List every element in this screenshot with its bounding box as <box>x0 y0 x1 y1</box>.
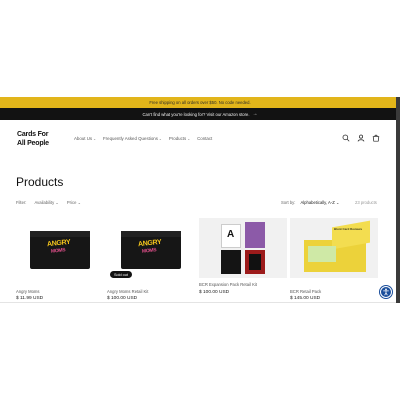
chevron-down-icon: ⌄ <box>77 200 82 205</box>
chevron-down-icon: ⌄ <box>158 137 162 141</box>
chevron-down-icon: ⌄ <box>55 200 59 205</box>
display-label: Blunt Card Reviews <box>334 227 363 231</box>
product-image[interactable]: ANGRY MOMS <box>16 218 104 278</box>
product-count: 23 products <box>355 200 377 205</box>
announcement-bar-shipping: Free shipping on all orders over $50. No… <box>0 97 400 108</box>
sold-out-badge: Sold out <box>110 271 132 278</box>
logo-line-2: All People <box>17 139 49 147</box>
product-image[interactable]: A <box>199 218 287 278</box>
frame-border <box>0 302 400 303</box>
chevron-down-icon: ⌄ <box>335 200 340 205</box>
search-icon[interactable] <box>342 134 350 142</box>
account-icon[interactable] <box>357 134 365 142</box>
product-image[interactable]: ANGRY MOMS <box>107 218 195 278</box>
card-deck-red <box>245 250 265 274</box>
product-title[interactable]: BCR Expansion Pack Retail Kit <box>199 282 257 287</box>
card-deck-purple <box>245 222 265 248</box>
scrollbar[interactable] <box>396 97 400 303</box>
chevron-down-icon: ⌄ <box>187 137 191 141</box>
display-card-front <box>308 246 336 262</box>
filter-price[interactable]: Price ⌄ <box>67 200 81 205</box>
accessibility-button[interactable] <box>380 286 392 298</box>
card-deck-letter: A <box>227 229 235 240</box>
product-price: $ 100.00 USD <box>107 296 138 301</box>
nav-contact[interactable]: Contact <box>197 136 212 141</box>
nav-about-us[interactable]: About Us⌄ <box>74 136 96 141</box>
page-title: Products <box>16 175 64 189</box>
sort-bar: Sort by: Alphabetically, A-Z ⌄ <box>281 200 340 205</box>
card-deck-black <box>221 250 241 274</box>
announcement-link-text[interactable]: Can't find what you're looking for? Visi… <box>143 112 250 117</box>
product-image[interactable]: Blunt Card Reviews <box>290 218 378 278</box>
game-box-lid <box>121 231 181 237</box>
product-title[interactable]: Angry Moms <box>16 289 40 294</box>
announcement-text: Free shipping on all orders over $50. No… <box>149 100 251 105</box>
filter-bar: Filter: Availability ⌄ Price ⌄ <box>16 200 81 205</box>
announcement-bar-amazon[interactable]: Can't find what you're looking for? Visi… <box>0 108 400 120</box>
sort-label: Sort by: <box>281 200 296 205</box>
product-price: $ 11.99 USD <box>16 296 44 301</box>
logo-line-1: Cards For <box>17 131 49 138</box>
site-header <box>0 120 396 162</box>
product-price: $ 100.00 USD <box>199 290 230 295</box>
product-title[interactable]: BCR Retail Pack <box>290 289 321 294</box>
sort-select[interactable]: Alphabetically, A-Z ⌄ <box>300 200 339 205</box>
chevron-down-icon: ⌄ <box>93 137 96 141</box>
main-nav: About Us⌄ Frequently Asked Questions⌄ Pr… <box>74 136 212 141</box>
filter-label: Filter: <box>16 200 27 205</box>
product-title[interactable]: Angry Moms Retail Kit <box>107 289 148 294</box>
arrow-right-icon: → <box>252 111 258 117</box>
cart-icon[interactable] <box>372 134 380 142</box>
nav-faq[interactable]: Frequently Asked Questions⌄ <box>103 136 162 141</box>
header-icons <box>342 134 380 142</box>
filter-availability[interactable]: Availability ⌄ <box>34 200 58 205</box>
product-price: $ 145.00 USD <box>290 296 321 301</box>
accessibility-icon <box>383 288 389 296</box>
nav-products[interactable]: Products⌄ <box>169 136 190 141</box>
game-box-lid <box>30 231 90 237</box>
site-logo[interactable]: Cards For All People <box>17 131 49 148</box>
